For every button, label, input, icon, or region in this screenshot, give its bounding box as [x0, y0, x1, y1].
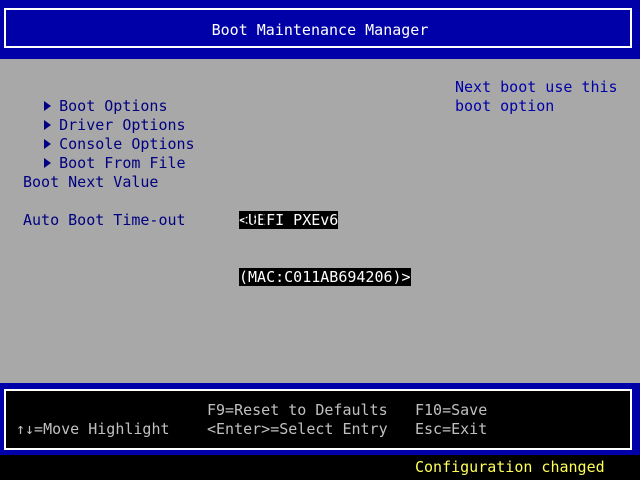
- page-title: Boot Maintenance Manager: [211, 21, 429, 39]
- boot-next-label: Boot Next Value: [23, 173, 159, 191]
- menu-item-label: Boot From File: [59, 154, 186, 172]
- main-panel: Boot Options Driver Options Console Opti…: [0, 59, 640, 383]
- help-text-line1: Next boot use this: [455, 78, 618, 96]
- status-message: Configuration changed: [415, 458, 605, 476]
- boot-next-value[interactable]: <UEFI PXEv6 (MAC:C011AB694206)>: [239, 173, 411, 325]
- footer-bar: ↑↓=Move Highlight F9=Reset to Defaults <…: [0, 383, 640, 455]
- auto-boot-timeout-value[interactable]: [0]: [241, 211, 268, 230]
- hint-exit: Esc=Exit: [415, 420, 488, 438]
- help-text-line2: boot option: [455, 97, 555, 115]
- hint-select-entry: <Enter>=Select Entry: [207, 420, 388, 438]
- triangle-right-icon: [44, 158, 52, 168]
- title-bar: Boot Maintenance Manager: [0, 0, 640, 59]
- boot-next-value-line2: (MAC:C011AB694206)>: [239, 268, 411, 286]
- hint-save: F10=Save: [415, 401, 488, 419]
- status-line: Configuration changed: [0, 455, 640, 480]
- hint-reset-defaults: F9=Reset to Defaults: [207, 401, 388, 419]
- auto-boot-timeout-label: Auto Boot Time-out: [23, 211, 186, 229]
- hint-move-highlight: ↑↓=Move Highlight: [16, 420, 170, 438]
